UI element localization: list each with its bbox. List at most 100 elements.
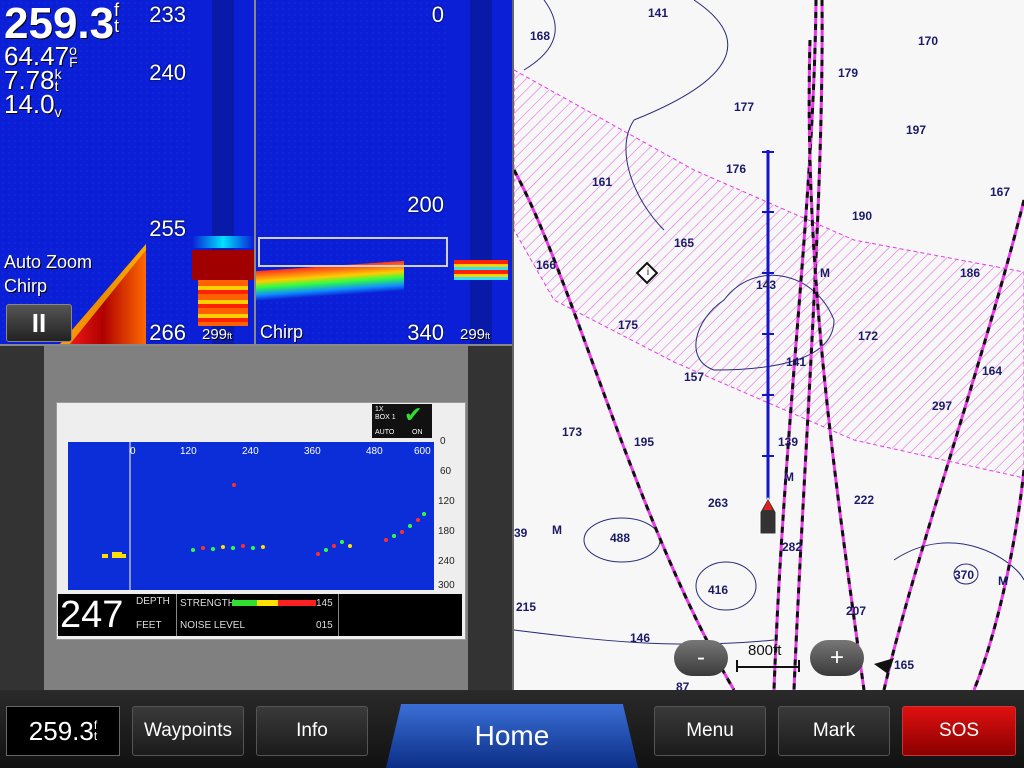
sounding: 263 xyxy=(708,496,729,510)
range-tick-row: 0 120 240 360 480 600 xyxy=(128,446,438,458)
right-sonar-pane[interactable]: 0 200 340 Chirp xyxy=(256,0,450,344)
marker-label: M xyxy=(998,574,1008,588)
sounding: 179 xyxy=(838,66,859,80)
frequency-mode-label: Chirp xyxy=(260,322,304,342)
home-button[interactable]: Home xyxy=(386,704,638,768)
sounding: 39 xyxy=(514,526,528,540)
map-svg xyxy=(514,0,1024,690)
pause-button[interactable]: II xyxy=(6,304,72,342)
scale-tick: 0 xyxy=(431,2,444,27)
zoom-out-button[interactable]: - xyxy=(674,640,728,676)
strength-label: STRENGTH xyxy=(180,598,235,609)
scale-tick: 200 xyxy=(407,192,444,217)
badge-auto-label: AUTO xyxy=(375,429,395,436)
sounding: 175 xyxy=(618,318,639,332)
sounding: 170 xyxy=(918,34,939,48)
sounding: 146 xyxy=(630,631,651,645)
flasher-return xyxy=(192,236,254,248)
left-sonar-pane[interactable]: 233 240 255 266 259.3f t 64.47o F 7.78k t 1… xyxy=(0,0,192,344)
fishfinder-screen-chart xyxy=(68,442,434,590)
range-tick: 360 xyxy=(304,446,321,457)
panel-separator xyxy=(338,594,339,636)
depth-scale-right: 0 200 340 xyxy=(390,0,450,344)
flasher-bottom-bands xyxy=(198,280,248,326)
strength-value: 145 xyxy=(316,598,333,609)
sounding: 176 xyxy=(726,162,747,176)
flasher-depth-label: 299ft xyxy=(202,326,233,343)
sounding: 167 xyxy=(990,185,1011,199)
flasher-column xyxy=(470,0,492,344)
boat-icon xyxy=(758,496,778,536)
mark-button[interactable]: Mark xyxy=(778,706,890,756)
map-scale-bar xyxy=(736,666,800,668)
frequency-mode-label: Chirp xyxy=(4,276,48,296)
depth-tick: 120 xyxy=(438,496,455,507)
zoom-in-button[interactable]: + xyxy=(810,640,864,676)
range-tick: 240 xyxy=(242,446,259,457)
menu-button[interactable]: Menu xyxy=(654,706,766,756)
scale-tick: 255 xyxy=(149,216,186,241)
sounding: 166 xyxy=(536,258,557,272)
noise-label: NOISE LEVEL xyxy=(180,620,246,631)
sounding: 168 xyxy=(530,29,551,43)
sounding: 177 xyxy=(734,100,755,114)
marker-label: M xyxy=(552,523,562,537)
map-scale-cap xyxy=(798,660,800,672)
sounding: 161 xyxy=(592,175,613,189)
scale-tick: 266 xyxy=(149,320,186,344)
scale-tick: 240 xyxy=(149,60,186,85)
sounding: 172 xyxy=(858,329,879,343)
depth-unit: ft xyxy=(114,0,120,36)
marker-label: M xyxy=(784,470,794,484)
map-scale-cap xyxy=(736,660,738,672)
sounding: 297 xyxy=(932,399,953,413)
screen-feet-label: FEET xyxy=(136,620,162,631)
right-flasher: 299ft xyxy=(450,0,512,344)
info-button[interactable]: Info xyxy=(256,706,368,756)
sounding: 195 xyxy=(634,435,655,449)
zoom-mode-label: Auto Zoom xyxy=(4,252,93,272)
depth-databox-unit: ft xyxy=(93,718,98,743)
depth-tick: 300 xyxy=(438,580,455,591)
sounding: 141 xyxy=(786,355,807,369)
range-tick: 480 xyxy=(366,446,383,457)
sounding: 215 xyxy=(516,600,537,614)
waypoints-button[interactable]: Waypoints xyxy=(132,706,244,756)
screen-depth-label: DEPTH xyxy=(136,596,170,607)
sos-button[interactable]: SOS xyxy=(902,706,1016,756)
screen-chart-svg xyxy=(102,442,426,590)
screen-depth-value: 247 xyxy=(60,594,124,636)
sounding: 164 xyxy=(982,364,1003,378)
sounding: 165 xyxy=(674,236,695,250)
depth-readout: 259.3f t xyxy=(4,0,120,46)
depth-tick: 180 xyxy=(438,526,455,537)
map-scale: 800ft xyxy=(734,642,802,674)
sounding: 190 xyxy=(852,209,873,223)
sounding: 282 xyxy=(782,540,803,554)
depth-tick: 240 xyxy=(438,556,455,567)
sounding: 165 xyxy=(894,658,915,672)
map-scale-label: 800ft xyxy=(748,642,782,659)
flasher-depth-label: 299ft xyxy=(460,326,491,343)
chart-map[interactable]: 141 168 170 179 177 197 176 161 167 190 … xyxy=(514,0,1024,690)
depth-tick-column: 0 60 120 180 240 300 xyxy=(438,436,462,596)
check-icon: ✔ xyxy=(404,402,423,427)
badge-top-label: 1X BOX 1 xyxy=(375,406,396,421)
waypoint-icon[interactable]: i xyxy=(640,264,656,282)
sounding: 139 xyxy=(778,435,799,449)
sounding: 197 xyxy=(906,123,927,137)
sounding: 488 xyxy=(610,531,631,545)
range-tick: 600 xyxy=(414,446,431,457)
sounding: 416 xyxy=(708,583,729,597)
mode-badge: 1X BOX 1 AUTO ON ✔ xyxy=(372,404,432,438)
left-flasher: 299ft xyxy=(192,0,254,344)
sounding: 186 xyxy=(960,266,981,280)
depth-databox[interactable]: 259.3 f t xyxy=(6,706,120,756)
depth-tick: 60 xyxy=(440,466,452,477)
strength-bar xyxy=(232,600,316,606)
scale-tick: 233 xyxy=(149,2,186,27)
badge-on-label: ON xyxy=(412,429,423,436)
noise-value: 015 xyxy=(316,620,333,631)
scale-tick: 340 xyxy=(407,320,444,344)
flasher-bottom-block xyxy=(192,250,254,280)
